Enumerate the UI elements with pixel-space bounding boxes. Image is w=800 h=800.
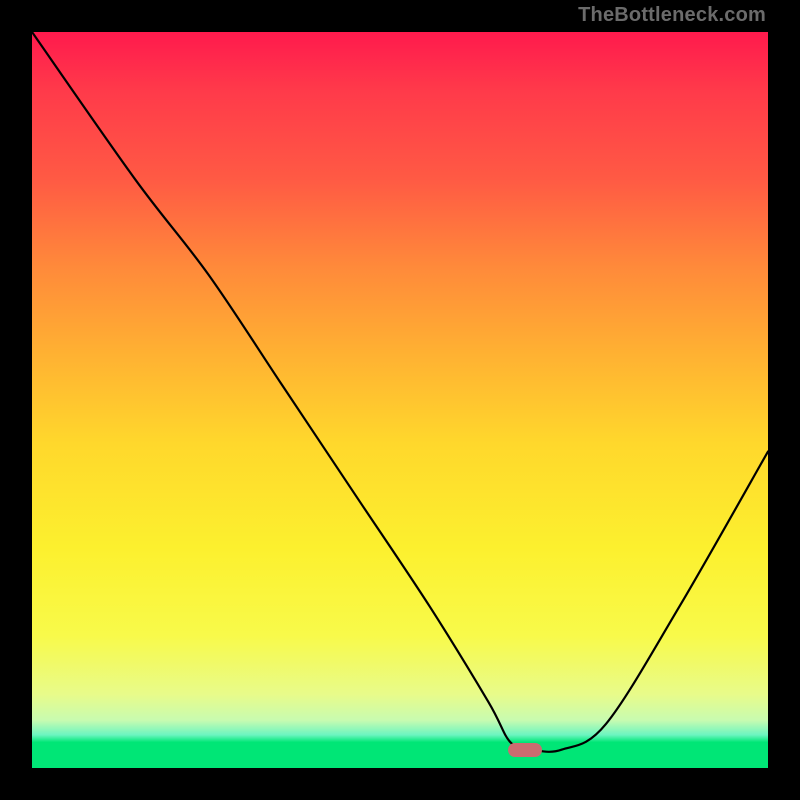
optimal-marker [508,743,542,757]
plot-area [32,32,768,768]
watermark-text: TheBottleneck.com [578,4,766,27]
chart-frame: TheBottleneck.com [0,0,800,800]
bottleneck-curve [32,32,768,768]
